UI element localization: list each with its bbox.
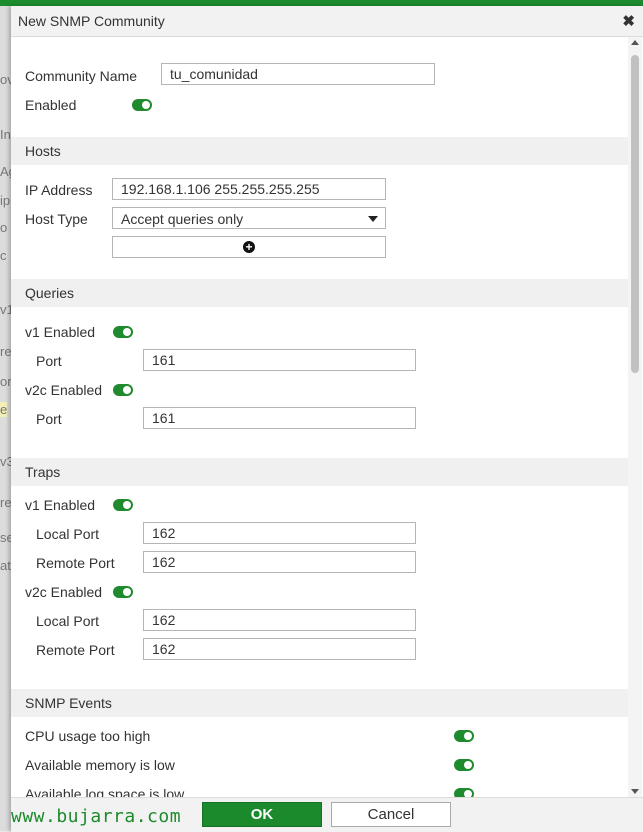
section-snmp-events: SNMP Events — [11, 689, 629, 717]
traps-v2c-local-port-input[interactable] — [143, 609, 416, 631]
dialog-footer: www.bujarra.com OK Cancel — [11, 797, 643, 832]
traps-v2c-toggle[interactable] — [113, 586, 133, 598]
background-text: re — [0, 344, 11, 359]
queries-v1-toggle[interactable] — [113, 326, 133, 338]
dialog-title: New SNMP Community — [18, 13, 165, 29]
queries-v1-port-label: Port — [36, 353, 62, 369]
section-title: Traps — [25, 464, 61, 480]
background-text: e — [0, 402, 8, 417]
background-text: o — [0, 220, 8, 235]
background-text: ip — [0, 193, 11, 208]
snmp-community-dialog: New SNMP Community ✖ Community Name Enab… — [11, 6, 643, 832]
background-text: c — [0, 248, 7, 263]
dialog-content: Community Name Enabled Hosts IP Address … — [11, 37, 629, 797]
background-text: Ag — [0, 164, 11, 179]
traps-v2c-remote-port-label: Remote Port — [36, 642, 115, 658]
section-title: Hosts — [25, 143, 61, 159]
queries-v1-label: v1 Enabled — [25, 324, 96, 340]
host-type-value: Accept queries only — [121, 211, 244, 227]
background-text: re — [0, 495, 11, 510]
section-title: SNMP Events — [25, 695, 112, 711]
ip-address-input[interactable] — [112, 178, 386, 200]
ip-address-label: IP Address — [25, 182, 93, 198]
plus-circle-icon: + — [243, 241, 255, 253]
traps-v1-toggle[interactable] — [113, 499, 133, 511]
host-type-label: Host Type — [25, 211, 88, 227]
traps-v2c-remote-port-input[interactable] — [143, 638, 416, 660]
chevron-down-icon — [368, 216, 378, 222]
traps-v1-local-port-input[interactable] — [143, 522, 416, 544]
event-logspace-toggle[interactable] — [454, 788, 474, 797]
scrollbar-thumb[interactable] — [631, 55, 639, 373]
cancel-button[interactable]: Cancel — [331, 802, 451, 827]
dialog-titlebar: New SNMP Community ✖ — [11, 6, 643, 37]
ok-button[interactable]: OK — [202, 802, 322, 827]
queries-v2c-toggle[interactable] — [113, 384, 133, 396]
traps-v1-remote-port-label: Remote Port — [36, 555, 115, 571]
background-text: se — [0, 530, 11, 545]
queries-v2c-port-label: Port — [36, 411, 62, 427]
section-queries: Queries — [11, 279, 629, 307]
section-hosts: Hosts — [11, 137, 629, 165]
background-text: at — [0, 558, 11, 573]
background-text: ov — [0, 72, 11, 87]
event-memory-toggle[interactable] — [454, 759, 474, 771]
traps-v1-label: v1 Enabled — [25, 497, 96, 513]
scroll-down-icon[interactable] — [631, 789, 639, 794]
event-cpu-label: CPU usage too high — [25, 728, 151, 744]
queries-v2c-label: v2c Enabled — [25, 382, 103, 398]
background-text: In — [0, 127, 11, 142]
community-name-input[interactable] — [161, 63, 435, 85]
enabled-label: Enabled — [25, 97, 77, 113]
background-text: v1 — [0, 302, 11, 317]
background-text: v3 — [0, 454, 11, 469]
vertical-scrollbar[interactable] — [628, 37, 642, 797]
section-traps: Traps — [11, 458, 629, 486]
traps-v1-local-port-label: Local Port — [36, 526, 100, 542]
traps-v2c-local-port-label: Local Port — [36, 613, 100, 629]
enabled-toggle[interactable] — [132, 99, 152, 111]
community-name-label: Community Name — [25, 68, 138, 84]
queries-v1-port-input[interactable] — [143, 349, 416, 371]
queries-v2c-port-input[interactable] — [143, 407, 416, 429]
scroll-up-icon[interactable] — [631, 40, 639, 45]
traps-v2c-label: v2c Enabled — [25, 584, 103, 600]
event-cpu-toggle[interactable] — [454, 730, 474, 742]
section-title: Queries — [25, 285, 75, 301]
host-type-select[interactable]: Accept queries only — [112, 207, 386, 229]
event-logspace-label: Available log space is low — [25, 786, 185, 797]
add-host-button[interactable]: + — [112, 236, 386, 258]
background-page-edge: ov In Ag ip o c v1 re or e v3 re se at — [0, 6, 11, 831]
background-text: or — [0, 374, 11, 389]
watermark-text: www.bujarra.com — [11, 806, 182, 827]
traps-v1-remote-port-input[interactable] — [143, 551, 416, 573]
event-memory-label: Available memory is low — [25, 757, 175, 773]
close-icon[interactable]: ✖ — [622, 12, 635, 30]
